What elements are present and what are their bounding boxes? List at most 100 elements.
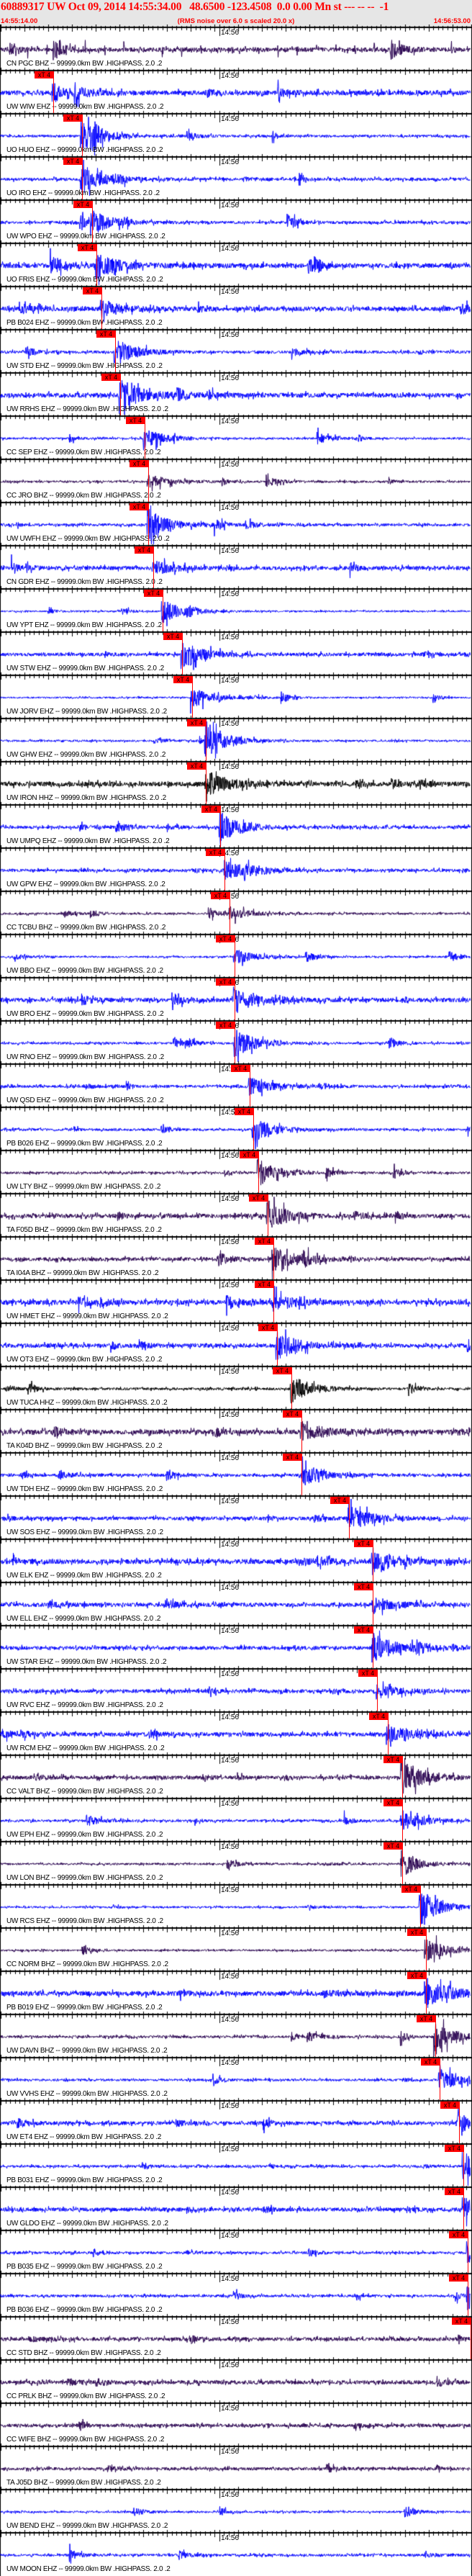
- pick-marker[interactable]: xT 4: [401, 1886, 421, 1893]
- pick-marker[interactable]: xT 4: [216, 1022, 235, 1029]
- minute-tick-label: 14:56: [221, 2145, 240, 2153]
- trace-label: UW RNO EHZ -- 99999.0km BW .HIGHPASS. 2.…: [6, 1053, 164, 1061]
- pick-marker[interactable]: xT 4: [101, 374, 121, 381]
- minute-tick-label: 14:56: [221, 1152, 240, 1160]
- trace-label: UW WPO EHZ -- 99999.0km BW .HIGHPASS. 2.…: [6, 233, 165, 240]
- minute-tick-label: 14:56: [221, 2016, 240, 2024]
- trace-label: UW ELL EHZ -- 99999.0km BW .HIGHPASS. 2.…: [6, 1615, 161, 1623]
- pick-marker[interactable]: xT 4: [283, 1454, 302, 1461]
- minute-tick-label: 14:56: [221, 2405, 240, 2413]
- pick-marker[interactable]: xT 4: [407, 1972, 427, 1979]
- pick-marker[interactable]: xT 4: [187, 762, 206, 770]
- pick-marker[interactable]: xT 4: [452, 2318, 471, 2325]
- trace-label: UW STAR EHZ -- 99999.0km BW .HIGHPASS. 2…: [6, 1658, 167, 1666]
- minute-tick-label: 14:56: [221, 1757, 240, 1765]
- trace-label: CC WIFE BHZ -- 99999.0km BW .HIGHPASS. 2…: [6, 2436, 165, 2444]
- minute-tick-label: 14:56: [221, 1411, 240, 1419]
- trace-label: CN PGC BHZ -- 99999.0km BW .HIGHPASS. 2.…: [6, 60, 163, 68]
- pick-marker[interactable]: xT 4: [144, 590, 163, 597]
- pick-marker[interactable]: xT 4: [235, 1108, 254, 1115]
- trace-label: UW RCM EHZ -- 99999.0km BW .HIGHPASS. 2.…: [6, 1744, 165, 1752]
- minute-tick-label: 14:56: [221, 1843, 240, 1851]
- pick-marker[interactable]: xT 4: [384, 1756, 403, 1763]
- pick-marker[interactable]: xT 4: [384, 1799, 403, 1806]
- pick-marker[interactable]: xT 4: [73, 201, 93, 208]
- minute-tick-label: 14:56: [221, 2361, 240, 2369]
- pick-marker[interactable]: xT 4: [78, 244, 97, 251]
- trace-label: CC NORM BHZ -- 99999.0km BW .HIGHPASS. 2…: [6, 1960, 168, 1968]
- minute-tick-label: 14:56: [221, 1584, 240, 1592]
- trace-label: CC VALT BHZ -- 99999.0km BW .HIGHPASS. 2…: [6, 1788, 163, 1796]
- event-header: 60889317 UW Oct 09, 2014 14:55:34.00 48.…: [0, 0, 472, 27]
- pick-marker[interactable]: xT 4: [63, 114, 83, 122]
- minute-tick-label: 14:56: [221, 288, 240, 296]
- pick-marker[interactable]: xT 4: [421, 2058, 440, 2066]
- trace-label: UW IRON HHZ -- 99999.0km BW .HIGHPASS. 2…: [6, 794, 166, 802]
- trace-label: TA J05D BHZ -- 99999.0km BW .HIGHPASS. 2…: [6, 2479, 161, 2487]
- trace-label: UW VVHS EHZ -- 99999.0km BW .HIGHPASS. 2…: [6, 2090, 168, 2098]
- trace-label: PB B026 EHZ -- 99999.0km BW .HIGHPASS. 2…: [6, 1140, 163, 1148]
- minute-tick-label: 14:56: [221, 1541, 240, 1549]
- pick-marker[interactable]: xT 4: [445, 2188, 464, 2195]
- minute-tick-label: 14:56: [221, 806, 240, 814]
- pick-marker[interactable]: xT 4: [330, 1497, 350, 1504]
- pick-marker[interactable]: xT 4: [206, 849, 225, 856]
- pick-marker[interactable]: xT 4: [187, 719, 206, 726]
- minute-tick-label: 14:56: [221, 1454, 240, 1462]
- minute-tick-label: 14:56: [221, 1498, 240, 1505]
- pick-marker[interactable]: xT 4: [216, 978, 235, 986]
- minute-tick-label: 14:56: [221, 2491, 240, 2499]
- pick-marker[interactable]: xT 4: [258, 1324, 278, 1331]
- trace-label: CN GDR EHZ -- 99999.0km BW .HIGHPASS. 2.…: [6, 578, 163, 586]
- pick-marker[interactable]: xT 4: [163, 633, 183, 640]
- pick-marker[interactable]: xT 4: [369, 1713, 389, 1720]
- trace-label: UW DAVN BHZ -- 99999.0km BW .HIGHPASS. 2…: [6, 2047, 168, 2055]
- trace-label: UO FRIS EHZ -- 99999.0km BW .HIGHPASS. 2…: [6, 276, 163, 284]
- minute-tick-label: 14:56: [221, 634, 240, 641]
- pick-marker[interactable]: xT 4: [407, 1929, 427, 1936]
- pick-marker[interactable]: xT 4: [384, 1842, 403, 1850]
- pick-marker[interactable]: xT 4: [231, 1065, 250, 1072]
- trace-label: UW SOS EHZ -- 99999.0km BW .HIGHPASS. 2.…: [6, 1528, 163, 1536]
- minute-tick-label: 14:56: [221, 720, 240, 728]
- pick-marker[interactable]: xT 4: [130, 460, 149, 467]
- pick-marker[interactable]: xT 4: [83, 287, 102, 294]
- pick-marker[interactable]: xT 4: [255, 1281, 274, 1288]
- pick-marker[interactable]: xT 4: [354, 1583, 373, 1590]
- pick-marker[interactable]: xT 4: [173, 676, 193, 683]
- pick-marker[interactable]: xT 4: [354, 1626, 373, 1634]
- pick-marker[interactable]: xT 4: [201, 806, 221, 813]
- trace-label: UW YPT EHZ -- 99999.0km BW .HIGHPASS. 2.…: [6, 621, 162, 629]
- trace-label: UW RRHS EHZ -- 99999.0km BW .HIGHPASS. 2…: [6, 405, 168, 413]
- pick-marker[interactable]: xT 4: [63, 158, 83, 165]
- pick-marker[interactable]: xT 4: [440, 2102, 460, 2109]
- pick-marker[interactable]: xT 4: [273, 1367, 292, 1374]
- trace-label: UW GPW EHZ -- 99999.0km BW .HIGHPASS. 2.…: [6, 881, 165, 888]
- minute-tick-label: 14:56: [221, 72, 240, 80]
- trace-label: PB B024 EHZ -- 99999.0km BW .HIGHPASS. 2…: [6, 319, 163, 327]
- pick-marker[interactable]: xT 4: [135, 546, 154, 554]
- pick-marker[interactable]: xT 4: [449, 2231, 468, 2238]
- trace-label: CC JRO BHZ -- 99999.0km BW .HIGHPASS. 2.…: [6, 492, 161, 500]
- pick-marker[interactable]: xT 4: [240, 1151, 259, 1158]
- minute-tick-label: 14:56: [221, 2275, 240, 2283]
- pick-marker[interactable]: xT 4: [211, 892, 230, 899]
- minute-tick-label: 14:56: [221, 2189, 240, 2197]
- pick-marker[interactable]: xT 4: [130, 503, 149, 510]
- pick-marker[interactable]: xT 4: [35, 71, 54, 78]
- minute-tick-label: 14:56: [221, 1325, 240, 1333]
- pick-marker[interactable]: xT 4: [354, 1540, 373, 1547]
- pick-marker[interactable]: xT 4: [96, 330, 116, 338]
- pick-marker[interactable]: xT 4: [249, 1194, 268, 1202]
- pick-marker[interactable]: xT 4: [216, 935, 235, 942]
- pick-marker[interactable]: xT 4: [255, 1238, 274, 1245]
- pick-marker[interactable]: xT 4: [283, 1410, 302, 1418]
- minute-tick-label: 14:56: [221, 331, 240, 339]
- pick-marker[interactable]: xT 4: [449, 2274, 468, 2282]
- pick-marker[interactable]: xT 4: [358, 1670, 378, 1677]
- pick-marker[interactable]: xT 4: [417, 2015, 436, 2022]
- pick-marker[interactable]: xT 4: [445, 2145, 464, 2152]
- trace-label: UW BEND EHZ -- 99999.0km BW .HIGHPASS. 2…: [6, 2522, 168, 2530]
- minute-tick-label: 14:56: [221, 504, 240, 512]
- pick-marker[interactable]: xT 4: [126, 417, 145, 424]
